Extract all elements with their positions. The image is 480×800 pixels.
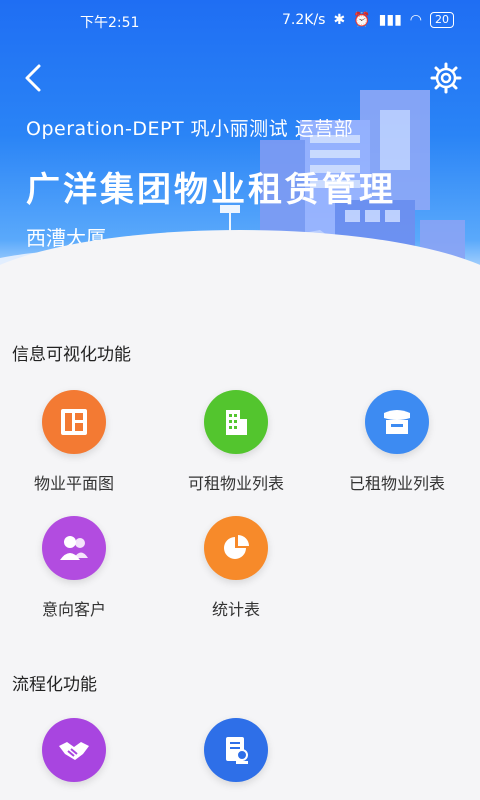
section-title-visualization: 信息可视化功能 <box>12 345 131 365</box>
handshake-icon <box>42 718 106 782</box>
menu-item-label: 可租物业列表 <box>187 474 284 493</box>
battery-indicator: 20 <box>430 12 454 28</box>
bluetooth-icon: ✱ <box>333 12 346 28</box>
menu-item-prospects[interactable]: 意向客户 <box>0 516 154 620</box>
menu-item-label: 已租物业列表 <box>348 474 445 493</box>
status-icons: 7.2K/s ✱ ⏰ ▮▮▮ ◠ 20 <box>282 12 454 28</box>
status-bar: 下午2:51 7.2K/s ✱ ⏰ ▮▮▮ ◠ 20 <box>0 0 480 40</box>
menu-item-rented-list[interactable]: 已租物业列表 <box>317 390 477 494</box>
menu-item-floorplan[interactable]: 物业平面图 <box>0 390 154 494</box>
signal-icon: ▮▮▮ <box>378 12 402 28</box>
menu-item-handshake[interactable] <box>0 718 154 782</box>
menu-item-label: 意向客户 <box>41 600 106 619</box>
status-time: 下午2:51 <box>80 15 140 31</box>
building-icon <box>204 390 268 454</box>
department-line: Operation-DEPT 巩小丽测试 运营部 <box>26 118 354 140</box>
floorplan-icon <box>42 390 106 454</box>
menu-item-label: 统计表 <box>211 600 260 619</box>
menu-item-contract[interactable] <box>156 718 316 782</box>
page-title: 广洋集团物业租赁管理 <box>26 170 396 210</box>
store-icon <box>365 390 429 454</box>
chevron-left-icon <box>25 64 41 92</box>
back-button[interactable] <box>18 60 48 96</box>
pie-chart-icon <box>204 516 268 580</box>
gear-icon[interactable] <box>430 62 462 94</box>
network-speed: 7.2K/s <box>282 12 326 28</box>
menu-item-available-list[interactable]: 可租物业列表 <box>156 390 316 494</box>
section-title-workflow: 流程化功能 <box>12 675 97 695</box>
contract-icon <box>204 718 268 782</box>
customers-icon <box>42 516 106 580</box>
alarm-icon: ⏰ <box>353 12 371 28</box>
menu-item-label: 物业平面图 <box>33 474 114 493</box>
menu-item-statistics[interactable]: 统计表 <box>156 516 316 620</box>
wifi-icon: ◠ <box>409 12 422 28</box>
header-banner: 下午2:51 7.2K/s ✱ ⏰ ▮▮▮ ◠ 20 Operation-DEP… <box>0 0 480 300</box>
